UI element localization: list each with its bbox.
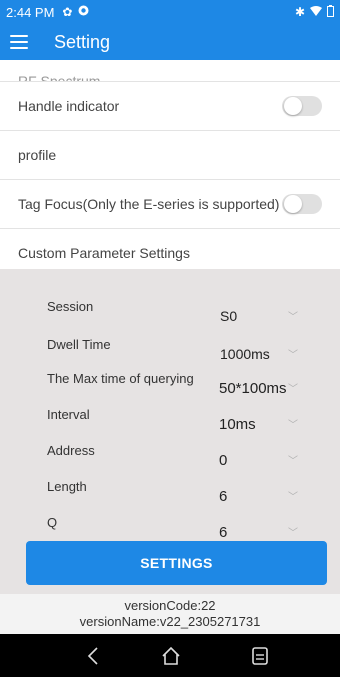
home-icon[interactable] xyxy=(159,644,183,668)
list-item-label: Tag Focus(Only the E-series is supported… xyxy=(18,196,280,212)
settings-list: RF Spectrum Handle indicator profile Tag… xyxy=(0,60,340,278)
list-item-label: Custom Parameter Settings xyxy=(18,245,190,261)
page-title: Setting xyxy=(54,31,111,52)
wifi-icon xyxy=(310,5,322,19)
dwell-time-select[interactable]: 1000ms xyxy=(220,346,270,362)
chevron-down-icon[interactable]: ﹀ xyxy=(288,416,298,431)
interval-select[interactable]: 10ms xyxy=(219,416,256,433)
param-label: Session xyxy=(47,299,94,314)
param-label: Interval xyxy=(47,407,90,422)
settings-gear-icon: ✿ xyxy=(62,5,73,19)
status-time: 2:44 PM xyxy=(6,4,55,20)
q-select[interactable]: 6 xyxy=(219,524,227,541)
session-select[interactable]: S0 xyxy=(220,308,237,324)
list-item-handle-indicator[interactable]: Handle indicator xyxy=(0,82,340,131)
app-bar: Setting xyxy=(0,24,340,60)
param-interval: Interval 10ms ﹀ xyxy=(0,403,340,437)
notification-icon xyxy=(78,5,89,19)
chevron-down-icon[interactable]: ﹀ xyxy=(288,308,298,323)
version-name: versionName:v22_2305271731 xyxy=(79,614,261,629)
param-label: Address xyxy=(47,443,95,458)
param-length: Length 6 ﹀ xyxy=(0,475,340,509)
settings-button[interactable]: SETTINGS xyxy=(26,541,327,585)
list-item-profile[interactable]: profile xyxy=(0,131,340,180)
navigation-bar xyxy=(0,634,340,677)
chevron-down-icon[interactable]: ﹀ xyxy=(288,380,298,395)
status-right-icons: ✱ xyxy=(294,4,334,20)
param-label: Length xyxy=(47,479,87,494)
param-label: Dwell Time xyxy=(47,337,111,352)
param-label: The Max time of querying xyxy=(47,371,194,386)
param-address: Address 0 ﹀ xyxy=(0,439,340,473)
list-item-tag-focus[interactable]: Tag Focus(Only the E-series is supported… xyxy=(0,180,340,229)
handle-indicator-toggle[interactable] xyxy=(282,96,322,116)
tag-focus-toggle[interactable] xyxy=(282,194,322,214)
max-time-select[interactable]: 50*100ms xyxy=(219,380,287,397)
recents-icon[interactable] xyxy=(248,644,272,668)
back-icon[interactable] xyxy=(82,644,106,668)
list-item-label: profile xyxy=(18,147,57,163)
length-select[interactable]: 6 xyxy=(219,488,227,505)
param-max-time-querying: The Max time of querying 50*100ms ﹀ xyxy=(0,367,340,401)
param-session: Session S0 ﹀ xyxy=(0,295,340,329)
battery-icon xyxy=(327,4,334,20)
list-item-rf-spectrum[interactable]: RF Spectrum xyxy=(0,60,340,82)
version-code: versionCode:22 xyxy=(124,598,216,613)
status-bar: 2:44 PM ✿ ✱ xyxy=(0,0,340,24)
param-q: Q 6 ﹀ xyxy=(0,511,340,545)
param-label: Q xyxy=(47,515,58,530)
menu-icon[interactable] xyxy=(10,35,28,49)
version-info: versionCode:22 versionName:v22_230527173… xyxy=(0,594,340,634)
list-item-label: Handle indicator xyxy=(18,98,120,114)
address-select[interactable]: 0 xyxy=(219,452,227,469)
chevron-down-icon[interactable]: ﹀ xyxy=(288,524,298,539)
chevron-down-icon[interactable]: ﹀ xyxy=(288,346,298,361)
chevron-down-icon[interactable]: ﹀ xyxy=(288,488,298,503)
list-item-label: RF Spectrum xyxy=(18,73,101,82)
param-dwell-time: Dwell Time 1000ms ﹀ xyxy=(0,333,340,367)
chevron-down-icon[interactable]: ﹀ xyxy=(288,452,298,467)
bluetooth-icon: ✱ xyxy=(294,5,305,19)
